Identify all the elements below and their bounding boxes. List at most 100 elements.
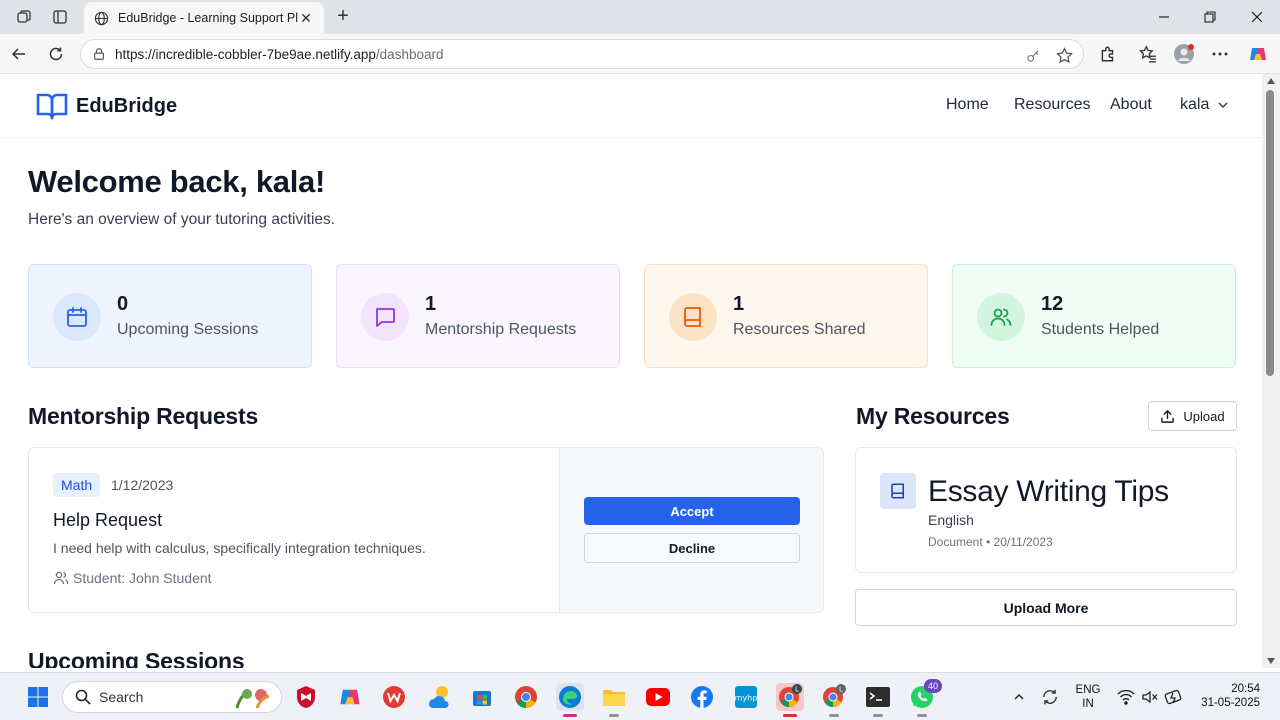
favorite-star-icon[interactable] [1055,46,1073,64]
address-bar[interactable]: https://incredible-cobbler-7be9ae.netlif… [80,39,1084,69]
minimize-icon[interactable] [1153,6,1175,28]
mentorship-requests-heading: Mentorship Requests [28,403,259,429]
extensions-icon[interactable] [1097,43,1119,65]
sync-icon[interactable] [1036,683,1064,711]
mentorship-request-card: Math 1/12/2023 Help Request I need help … [28,447,824,613]
open-book-icon [36,93,68,120]
decline-button[interactable]: Decline [584,533,800,563]
book-icon [684,307,701,327]
brand-name: EduBridge [76,94,178,117]
scroll-down-icon[interactable] [1267,658,1275,664]
stat-card-students-helped: 12 Students Helped [952,264,1236,368]
stat-label: Students Helped [1041,321,1160,338]
resource-title: Essay Writing Tips [928,475,1169,508]
calendar-icon [67,307,87,327]
browser-tab-bar: EduBridge - Learning Support Pla ✕ + [0,0,1280,34]
search-placeholder: Search [99,689,144,705]
refresh-icon[interactable] [45,43,67,65]
whatsapp-icon[interactable]: 40 [908,679,942,717]
upload-more-button[interactable]: Upload More [855,589,1237,626]
request-actions: Accept Decline [559,448,823,612]
stat-icon-circle [53,293,101,341]
request-title: Help Request [53,510,163,530]
site-logo[interactable]: EduBridge [36,92,177,120]
chrome-icon[interactable] [512,683,540,711]
site-header: EduBridge Home Resources About kala [0,74,1262,138]
microsoft-store-icon[interactable] [468,683,496,711]
my-resources-heading: My Resources [856,403,1010,429]
edge-icon[interactable] [556,683,584,717]
chrome-profile-l-icon[interactable]: L [776,683,804,717]
open-app-indicator [829,714,839,717]
close-tab-icon[interactable]: ✕ [298,10,314,26]
accept-button[interactable]: Accept [584,497,800,525]
notification-badge: 40 [924,679,942,693]
file-explorer-icon[interactable] [600,683,628,717]
more-menu-icon[interactable] [1209,43,1231,65]
stat-icon-circle [669,293,717,341]
globe-icon [92,9,110,27]
page-title: Welcome back, kala! [28,164,325,199]
profile-avatar-icon[interactable] [1173,43,1195,65]
scroll-up-icon[interactable] [1267,78,1275,84]
active-app-indicator [783,714,797,717]
facebook-icon[interactable] [688,683,716,711]
svg-text:L: L [795,686,799,694]
upcoming-sessions-heading: Upcoming Sessions [28,648,245,668]
close-window-icon[interactable] [1246,6,1268,28]
subject-badge: Math [53,473,101,497]
restore-icon[interactable] [1199,6,1221,28]
browser-tab-active[interactable]: EduBridge - Learning Support Pla ✕ [84,2,324,34]
resource-card[interactable]: Essay Writing Tips English Document • 20… [855,447,1237,573]
browser-toolbar: https://incredible-cobbler-7be9ae.netlif… [0,34,1280,74]
clock-date: 31-05-2025 [1201,697,1260,709]
stat-label: Upcoming Sessions [117,321,259,338]
page-viewport: EduBridge Home Resources About kala Welc… [0,74,1262,668]
user-name: kala [1180,96,1210,113]
language-indicator[interactable]: ENG IN [1072,683,1104,711]
copilot-app-icon[interactable] [336,683,364,711]
back-icon[interactable] [8,43,30,65]
tab-actions-icon[interactable] [49,6,71,28]
new-tab-icon[interactable]: + [332,5,354,27]
site-info-icon[interactable] [91,46,107,62]
student-name: Student: John Student [73,570,212,586]
terminal-icon[interactable] [864,683,892,717]
chrome-profile-l2-icon[interactable]: L [820,683,848,717]
show-hidden-icons-icon[interactable] [1005,683,1033,711]
tab-title: EduBridge - Learning Support Pla [118,11,298,25]
clock[interactable]: 20:54 31-05-2025 [1190,682,1260,710]
resource-subject: English [928,512,974,528]
svg-text:myhp: myhp [735,694,758,703]
page-scrollbar[interactable] [1262,74,1280,668]
stat-card-resources-shared: 1 Resources Shared [644,264,928,368]
stat-value: 0 [117,293,129,315]
weather-icon[interactable] [424,683,452,711]
windows-start-icon[interactable] [24,683,52,711]
upload-button[interactable]: Upload [1148,401,1237,431]
users-icon [990,308,1012,326]
mcafee-icon[interactable] [292,683,320,711]
stat-label: Resources Shared [733,321,866,338]
scroll-thumb[interactable] [1266,90,1274,376]
workspaces-icon[interactable] [13,6,35,28]
youtube-icon[interactable] [644,683,672,711]
resource-meta: Document • 20/11/2023 [928,535,1053,549]
taskbar-search[interactable]: Search [62,681,282,713]
upload-label: Upload [1183,408,1225,424]
nav-resources[interactable]: Resources [1014,96,1090,114]
wps-office-icon[interactable] [380,683,408,711]
favorites-icon[interactable] [1137,43,1159,65]
stat-label: Mentorship Requests [425,321,577,338]
key-icon[interactable] [1024,46,1042,64]
search-highlight-icon [235,689,270,709]
nav-about[interactable]: About [1110,96,1152,114]
battery-charging-icon[interactable] [1160,683,1188,711]
open-app-indicator [917,714,927,717]
user-menu[interactable]: kala [1180,96,1229,114]
copilot-icon[interactable] [1247,43,1269,65]
url-text: https://incredible-cobbler-7be9ae.netlif… [115,47,444,62]
stat-value: 12 [1041,293,1064,315]
nav-home[interactable]: Home [946,96,989,114]
myhp-icon[interactable]: myhp [732,683,760,711]
